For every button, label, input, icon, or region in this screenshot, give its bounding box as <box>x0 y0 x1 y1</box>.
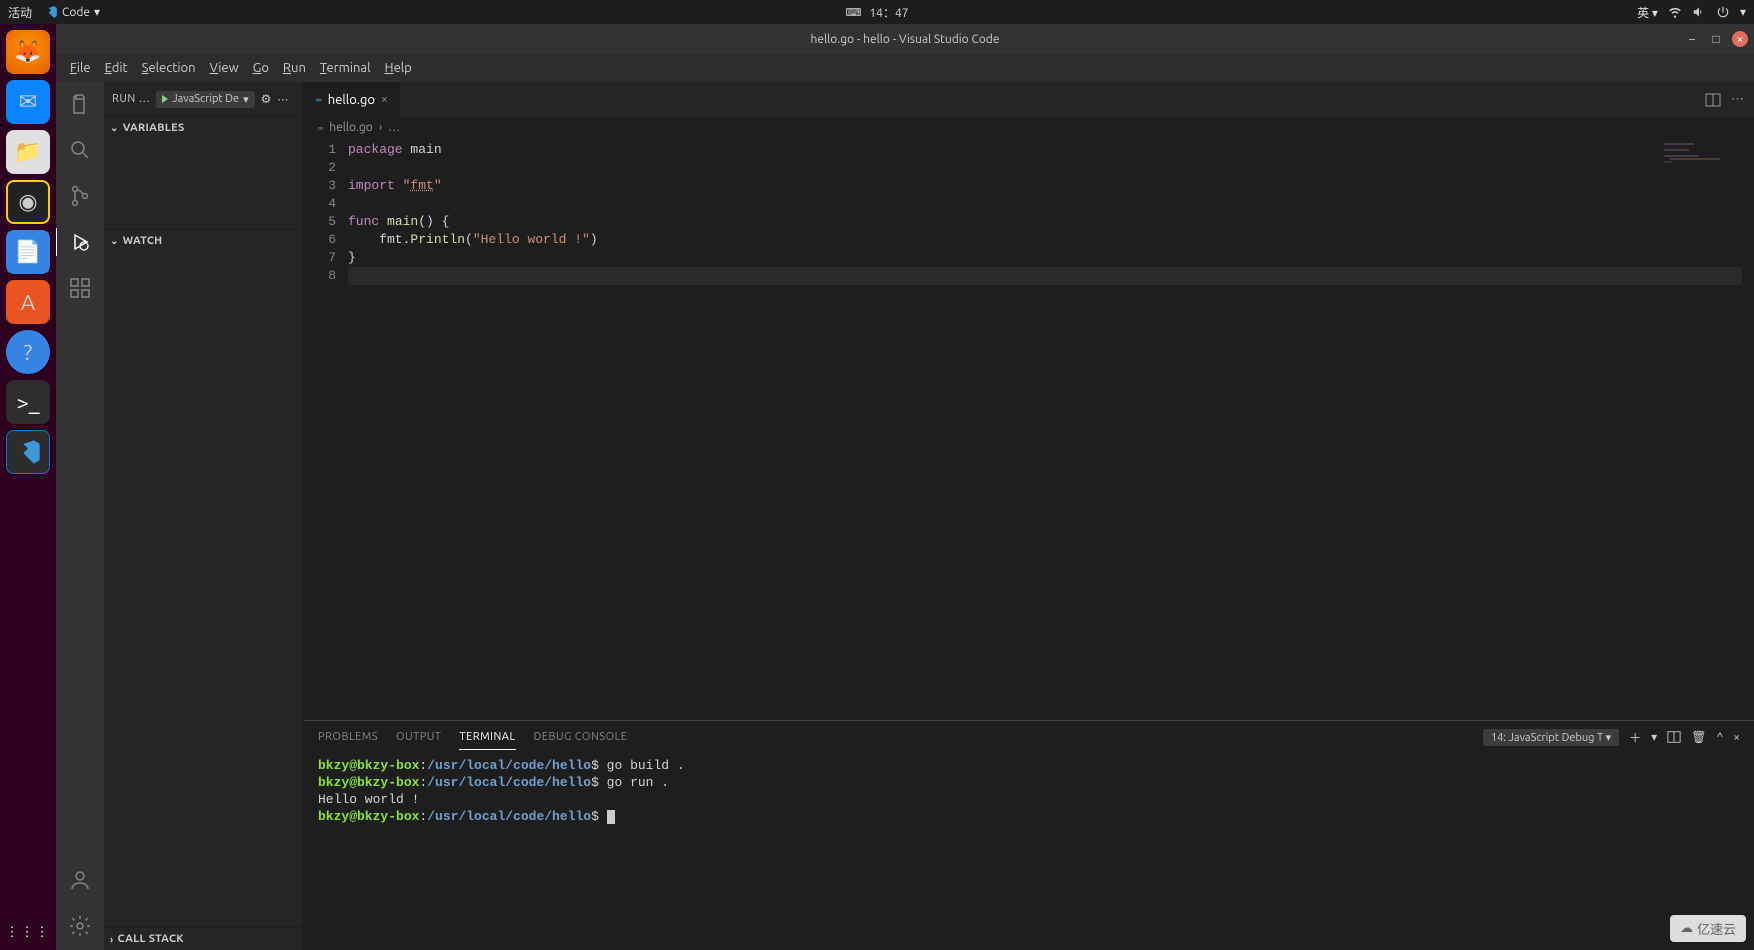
bottom-panel: PROBLEMS OUTPUT TERMINAL DEBUG CONSOLE 1… <box>304 720 1754 950</box>
go-file-icon: ∞ <box>318 123 323 133</box>
extensions-icon[interactable] <box>66 274 94 302</box>
wifi-icon[interactable] <box>1668 5 1682 19</box>
menu-terminal[interactable]: Terminal <box>314 59 377 77</box>
terminal[interactable]: bkzy@bkzy-box:/usr/local/code/hello$ go … <box>304 753 1754 950</box>
terminal-dropdown-icon[interactable]: ▾ <box>1651 730 1657 744</box>
activities-button[interactable]: 活动 <box>8 4 32 21</box>
maximize-button[interactable]: □ <box>1708 31 1724 47</box>
watermark: ☁ 亿速云 <box>1670 915 1746 942</box>
dock-libreoffice[interactable]: 📄 <box>6 230 50 274</box>
dock-rhythmbox[interactable]: ◉ <box>6 180 50 224</box>
more-actions-icon[interactable]: ⋯ <box>1731 92 1744 107</box>
ime-indicator-icon: ⌨ <box>846 6 862 19</box>
settings-gear-icon[interactable] <box>66 912 94 940</box>
close-tab-icon[interactable]: × <box>381 93 388 106</box>
chevron-right-icon: › <box>379 121 382 134</box>
dock-files[interactable]: 📁 <box>6 130 50 174</box>
variables-section[interactable]: ⌄ VARIABLES <box>104 117 303 139</box>
panel-tab-terminal[interactable]: TERMINAL <box>459 725 515 750</box>
play-icon <box>162 95 168 103</box>
chevron-down-icon: ⌄ <box>110 122 119 134</box>
code-editor[interactable]: 1 2 3 4 5 6 7 8 package main import "fmt… <box>304 139 1754 720</box>
dropdown-triangle-icon: ▾ <box>94 5 100 19</box>
sound-icon[interactable] <box>1692 5 1706 19</box>
search-icon[interactable] <box>66 136 94 164</box>
input-language[interactable]: 英 ▾ <box>1637 4 1658 21</box>
close-button[interactable]: × <box>1732 31 1748 47</box>
run-panel-title: RUN … <box>112 93 150 105</box>
run-debug-icon[interactable] <box>66 228 94 256</box>
menu-view[interactable]: View <box>204 59 245 77</box>
clock[interactable]: 14：47 <box>869 4 908 21</box>
menu-bar: File Edit Selection View Go Run Terminal… <box>56 54 1754 82</box>
more-icon[interactable]: ⋯ <box>277 93 288 106</box>
app-menu[interactable]: Code ▾ <box>44 5 100 19</box>
power-icon[interactable] <box>1716 5 1730 19</box>
dock-firefox[interactable]: 🦊 <box>6 30 50 74</box>
terminal-cursor <box>607 810 615 824</box>
kill-terminal-icon[interactable]: 🗑 <box>1691 730 1706 744</box>
panel-tab-debug-console[interactable]: DEBUG CONSOLE <box>534 725 628 749</box>
minimap[interactable] <box>1664 143 1744 173</box>
dock-help[interactable]: ? <box>6 330 50 374</box>
code-content[interactable]: package main import "fmt" func main() { … <box>348 139 1754 720</box>
cloud-icon: ☁ <box>1680 921 1693 936</box>
run-config-selector[interactable]: JavaScript De ▾ <box>156 91 254 108</box>
go-file-icon: ∞ <box>316 94 322 105</box>
activity-bar <box>56 82 104 950</box>
menu-go[interactable]: Go <box>247 59 275 77</box>
panel-tab-problems[interactable]: PROBLEMS <box>318 725 378 749</box>
watch-section[interactable]: ⌄ WATCH <box>104 230 303 252</box>
show-apps-icon[interactable]: ⋮⋮⋮ <box>6 925 51 940</box>
dock-terminal[interactable]: >_ <box>6 380 50 424</box>
split-terminal-icon[interactable] <box>1667 730 1681 744</box>
breadcrumb[interactable]: ∞ hello.go › … <box>304 117 1754 139</box>
ubuntu-dock: 🦊 ✉ 📁 ◉ 📄 A ? >_ ⋮⋮⋮ <box>0 24 56 950</box>
terminal-selector[interactable]: 14: JavaScript Debug T ▾ <box>1483 729 1619 746</box>
dropdown-triangle-icon: ▾ <box>1740 5 1746 19</box>
tab-hello-go[interactable]: ∞ hello.go × <box>304 82 401 117</box>
editor-scrollbar[interactable] <box>1742 139 1754 720</box>
dock-software[interactable]: A <box>6 280 50 324</box>
new-terminal-icon[interactable]: ＋ <box>1629 729 1641 746</box>
panel-tab-output[interactable]: OUTPUT <box>396 725 441 749</box>
menu-selection[interactable]: Selection <box>136 59 202 77</box>
chevron-right-icon: › <box>110 934 113 945</box>
source-control-icon[interactable] <box>66 182 94 210</box>
chevron-down-icon: ▾ <box>243 93 249 106</box>
vscode-icon <box>44 5 58 19</box>
dock-thunderbird[interactable]: ✉ <box>6 80 50 124</box>
system-top-bar: 活动 Code ▾ ⌨ 14：47 英 ▾ ▾ <box>0 0 1754 24</box>
callstack-section[interactable]: › CALL STACK <box>104 928 303 950</box>
dock-vscode[interactable] <box>6 430 50 474</box>
menu-run[interactable]: Run <box>277 59 312 77</box>
run-debug-sidebar: RUN … JavaScript De ▾ ⚙ ⋯ ⌄ VARIABLES ⌄ <box>104 82 304 950</box>
line-numbers: 1 2 3 4 5 6 7 8 <box>304 139 348 720</box>
menu-file[interactable]: File <box>64 59 97 77</box>
split-editor-icon[interactable] <box>1705 92 1721 108</box>
editor-tabs: ∞ hello.go × ⋯ <box>304 82 1754 117</box>
menu-edit[interactable]: Edit <box>99 59 134 77</box>
close-panel-icon[interactable]: × <box>1733 731 1740 744</box>
window-title: hello.go - hello - Visual Studio Code <box>811 33 1000 46</box>
minimize-button[interactable]: – <box>1684 31 1700 47</box>
chevron-down-icon: ⌄ <box>110 235 119 247</box>
account-icon[interactable] <box>66 866 94 894</box>
window-title-bar: hello.go - hello - Visual Studio Code – … <box>56 24 1754 54</box>
menu-help[interactable]: Help <box>379 59 418 77</box>
configure-gear-icon[interactable]: ⚙ <box>261 92 272 106</box>
maximize-panel-icon[interactable]: ^ <box>1716 731 1723 744</box>
explorer-icon[interactable] <box>66 90 94 118</box>
